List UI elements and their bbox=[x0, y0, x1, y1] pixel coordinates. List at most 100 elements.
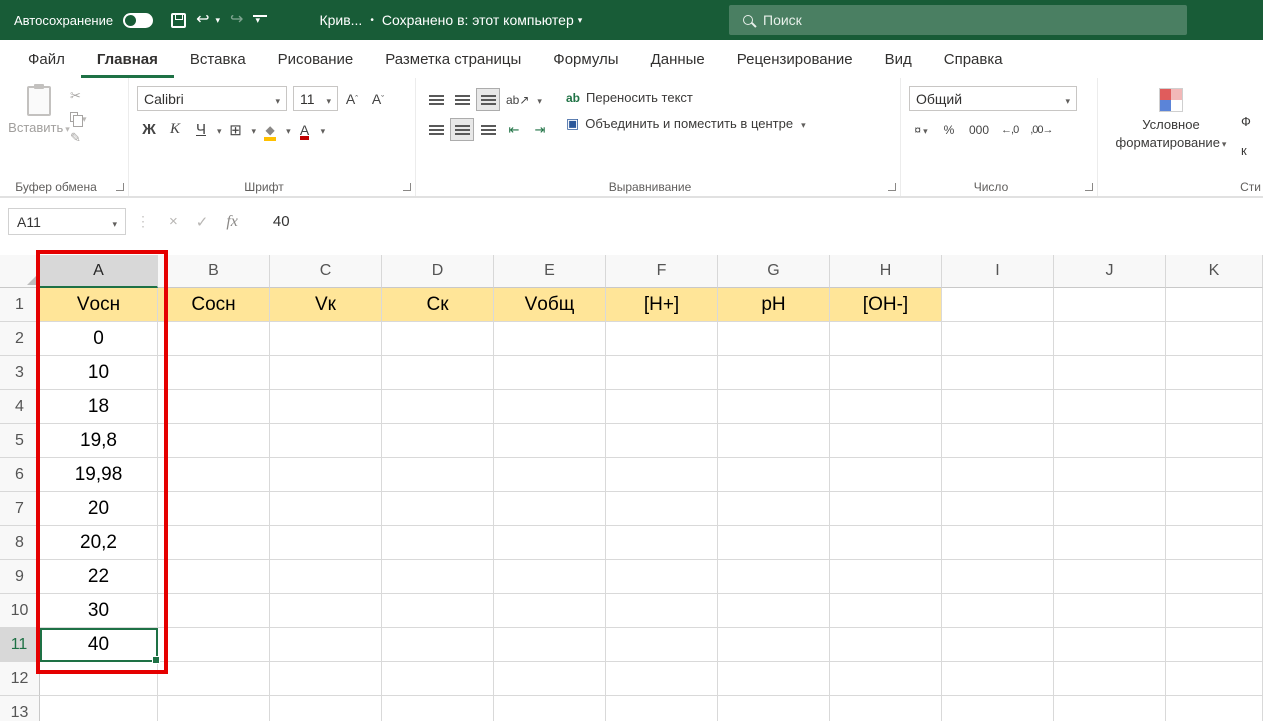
borders-chevron-icon[interactable] bbox=[250, 122, 257, 137]
format-painter-button[interactable]: ✎ bbox=[70, 130, 87, 146]
cell-B7[interactable] bbox=[158, 492, 270, 526]
cell-G3[interactable] bbox=[718, 356, 830, 390]
cell-F2[interactable] bbox=[606, 322, 718, 356]
cell-B4[interactable] bbox=[158, 390, 270, 424]
align-top-button[interactable] bbox=[424, 88, 448, 111]
cell-D8[interactable] bbox=[382, 526, 494, 560]
cell-A6[interactable]: 19,98 bbox=[40, 458, 158, 492]
column-header-E[interactable]: E bbox=[494, 255, 606, 288]
font-color-button[interactable]: А bbox=[293, 118, 317, 141]
cell-D6[interactable] bbox=[382, 458, 494, 492]
cell-B10[interactable] bbox=[158, 594, 270, 628]
cell-B8[interactable] bbox=[158, 526, 270, 560]
undo-icon[interactable]: ↩ bbox=[196, 12, 209, 28]
cell-C5[interactable] bbox=[270, 424, 382, 458]
orientation-chevron-icon[interactable] bbox=[535, 92, 542, 107]
saved-status[interactable]: Сохранено в: этот компьютер bbox=[382, 12, 574, 28]
cell-F9[interactable] bbox=[606, 560, 718, 594]
cell-I8[interactable] bbox=[942, 526, 1054, 560]
cell-D4[interactable] bbox=[382, 390, 494, 424]
tab-page-layout[interactable]: Разметка страницы bbox=[369, 40, 537, 78]
increase-indent-button[interactable]: ⇥ bbox=[528, 118, 552, 141]
decrease-decimal-button[interactable]: ,00→ bbox=[1026, 118, 1056, 141]
cell-J13[interactable] bbox=[1054, 696, 1166, 721]
cell-D12[interactable] bbox=[382, 662, 494, 696]
tab-file[interactable]: Файл bbox=[12, 40, 81, 78]
cell-J7[interactable] bbox=[1054, 492, 1166, 526]
tab-draw[interactable]: Рисование bbox=[262, 40, 370, 78]
tab-formulas[interactable]: Формулы bbox=[537, 40, 634, 78]
cell-I12[interactable] bbox=[942, 662, 1054, 696]
cell-G11[interactable] bbox=[718, 628, 830, 662]
cell-J6[interactable] bbox=[1054, 458, 1166, 492]
cell-F5[interactable] bbox=[606, 424, 718, 458]
cell-C3[interactable] bbox=[270, 356, 382, 390]
cell-G13[interactable] bbox=[718, 696, 830, 721]
increase-decimal-button[interactable]: ←,0 bbox=[997, 118, 1022, 141]
cell-B13[interactable] bbox=[158, 696, 270, 721]
column-header-J[interactable]: J bbox=[1054, 255, 1166, 288]
column-header-H[interactable]: H bbox=[830, 255, 942, 288]
cell-E10[interactable] bbox=[494, 594, 606, 628]
cell-D7[interactable] bbox=[382, 492, 494, 526]
column-header-K[interactable]: K bbox=[1166, 255, 1263, 288]
cell-C6[interactable] bbox=[270, 458, 382, 492]
cell-J12[interactable] bbox=[1054, 662, 1166, 696]
cell-H10[interactable] bbox=[830, 594, 942, 628]
cell-F12[interactable] bbox=[606, 662, 718, 696]
cell-A7[interactable]: 20 bbox=[40, 492, 158, 526]
tab-help[interactable]: Справка bbox=[928, 40, 1019, 78]
cell-H3[interactable] bbox=[830, 356, 942, 390]
cell-A3[interactable]: 10 bbox=[40, 356, 158, 390]
undo-chevron-icon[interactable]: ▾ bbox=[216, 15, 221, 26]
cell-A1[interactable]: Vосн bbox=[40, 288, 158, 322]
cell-G2[interactable] bbox=[718, 322, 830, 356]
increase-font-button[interactable]: Аˆ bbox=[340, 87, 364, 110]
font-color-chevron-icon[interactable] bbox=[319, 122, 326, 137]
cell-K11[interactable] bbox=[1166, 628, 1263, 662]
wrap-text-button[interactable]: ab Переносить текст bbox=[566, 90, 806, 105]
row-header-8[interactable]: 8 bbox=[0, 526, 40, 560]
cell-C9[interactable] bbox=[270, 560, 382, 594]
cell-E11[interactable] bbox=[494, 628, 606, 662]
customize-toolbar-icon[interactable] bbox=[253, 15, 268, 26]
autosave-toggle[interactable] bbox=[123, 12, 154, 28]
cell-A8[interactable]: 20,2 bbox=[40, 526, 158, 560]
align-left-button[interactable] bbox=[424, 118, 448, 141]
cell-A5[interactable]: 19,8 bbox=[40, 424, 158, 458]
cell-K9[interactable] bbox=[1166, 560, 1263, 594]
cell-A12[interactable] bbox=[40, 662, 158, 696]
cell-J3[interactable] bbox=[1054, 356, 1166, 390]
tab-data[interactable]: Данные bbox=[635, 40, 721, 78]
clipboard-dialog-launcher-icon[interactable] bbox=[116, 183, 124, 191]
cell-G6[interactable] bbox=[718, 458, 830, 492]
accounting-format-button[interactable]: ¤ bbox=[909, 118, 933, 141]
cell-I4[interactable] bbox=[942, 390, 1054, 424]
decrease-indent-button[interactable]: ⇤ bbox=[502, 118, 526, 141]
cell-I9[interactable] bbox=[942, 560, 1054, 594]
insert-function-icon[interactable]: fx bbox=[226, 213, 238, 231]
copy-button[interactable] bbox=[70, 109, 87, 127]
cell-E7[interactable] bbox=[494, 492, 606, 526]
cell-B6[interactable] bbox=[158, 458, 270, 492]
cell-I2[interactable] bbox=[942, 322, 1054, 356]
row-header-9[interactable]: 9 bbox=[0, 560, 40, 594]
tab-insert[interactable]: Вставка bbox=[174, 40, 262, 78]
cell-A11[interactable]: 40 bbox=[40, 628, 160, 664]
cell-K4[interactable] bbox=[1166, 390, 1263, 424]
cell-H11[interactable] bbox=[830, 628, 942, 662]
conditional-formatting-button[interactable]: Условное форматирование bbox=[1106, 86, 1236, 178]
name-box[interactable]: A11 bbox=[8, 208, 126, 235]
cell-J4[interactable] bbox=[1054, 390, 1166, 424]
row-header-2[interactable]: 2 bbox=[0, 322, 40, 356]
row-header-5[interactable]: 5 bbox=[0, 424, 40, 458]
formula-input[interactable]: 40 bbox=[273, 213, 290, 230]
cell-J11[interactable] bbox=[1054, 628, 1166, 662]
cell-D9[interactable] bbox=[382, 560, 494, 594]
cell-K7[interactable] bbox=[1166, 492, 1263, 526]
merge-center-button[interactable]: ▣ Объединить и поместить в центре bbox=[566, 115, 806, 132]
cell-B2[interactable] bbox=[158, 322, 270, 356]
fill-chevron-icon[interactable] bbox=[284, 122, 291, 137]
cell-I1[interactable] bbox=[942, 288, 1054, 322]
cell-K2[interactable] bbox=[1166, 322, 1263, 356]
